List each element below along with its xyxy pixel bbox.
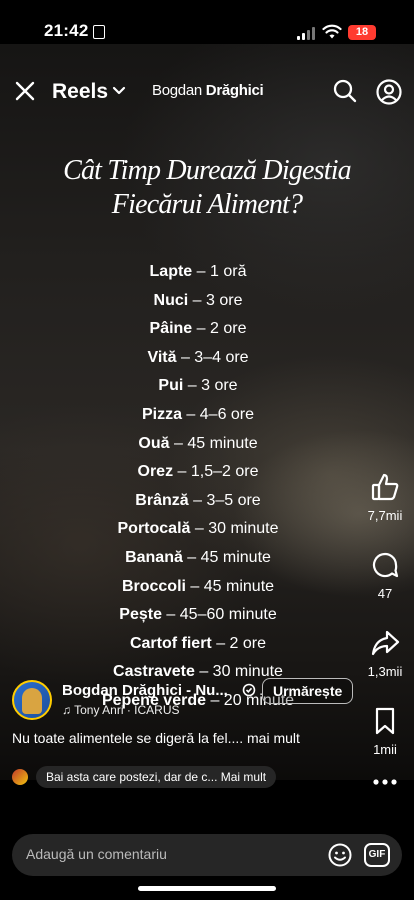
list-item: Pizza – 4–6 ore bbox=[141, 405, 255, 423]
avatar bbox=[12, 769, 28, 785]
collab-icon bbox=[242, 683, 256, 697]
list-item: Brânză – 3–5 ore bbox=[135, 491, 261, 509]
food-name: Ouă bbox=[138, 434, 170, 452]
food-name: Cartof fiert bbox=[129, 634, 212, 652]
battery-indicator: 18 bbox=[348, 25, 376, 40]
bookmark-icon bbox=[375, 707, 395, 735]
focus-mode-icon bbox=[93, 25, 105, 39]
comment-placeholder: Adaugă un comentariu bbox=[26, 846, 167, 862]
digestion-time: 45 minute bbox=[187, 434, 258, 452]
food-name: Banană bbox=[125, 548, 183, 566]
food-name: Pizza bbox=[141, 405, 182, 423]
heading-line-2: Fiecărui Aliment? bbox=[111, 189, 303, 220]
digestion-time: 3–4 ore bbox=[194, 348, 249, 366]
author-name[interactable]: Bogdan Drăghici - Nu... bbox=[62, 682, 228, 699]
food-name: Lapte bbox=[149, 263, 193, 280]
digestion-time: 4–6 ore bbox=[199, 405, 255, 423]
music-title: Tony Anri · ICARUS bbox=[74, 703, 180, 717]
list-item: Ouă – 45 minute bbox=[138, 434, 258, 452]
top-comment-text[interactable]: Bai asta care postezi, dar de c... Mai m… bbox=[36, 766, 277, 788]
comment-input[interactable]: Adaugă un comentariu GIF bbox=[12, 834, 402, 876]
food-name: Pește bbox=[119, 606, 162, 624]
reel-video[interactable]: Reels Bogdan Drăghici Cât Timp Durează D… bbox=[0, 44, 414, 780]
profile-icon[interactable] bbox=[376, 79, 402, 105]
food-name: Pâine bbox=[149, 320, 193, 338]
list-item: Vită – 3–4 ore bbox=[147, 348, 249, 366]
list-item: Portocală – 30 minute bbox=[117, 520, 279, 538]
comment-count: 47 bbox=[377, 586, 393, 601]
status-time: 21:42 bbox=[44, 21, 89, 40]
digestion-time: 2 ore bbox=[210, 320, 247, 338]
digestion-list: Lapte – 1 oră Nuci – 3 ore Pâine – 2 ore… bbox=[30, 258, 366, 716]
heading-line-1: Cât Timp Durează Digestia bbox=[63, 155, 352, 186]
food-name: Pui bbox=[158, 377, 184, 395]
save-count: 1mii bbox=[373, 742, 397, 757]
avatar[interactable] bbox=[12, 680, 52, 720]
digestion-time: 3–5 ore bbox=[206, 491, 261, 509]
list-item: Nuci – 3 ore bbox=[153, 291, 243, 309]
list-item: Banană – 45 minute bbox=[125, 548, 271, 566]
share-button[interactable]: 1,3mii bbox=[360, 628, 410, 679]
account-first-name: Bogdan bbox=[152, 82, 206, 99]
digestion-time: 2 ore bbox=[229, 634, 267, 652]
digestion-time: 3 ore bbox=[206, 291, 243, 309]
food-name: Broccoli bbox=[121, 577, 186, 595]
status-bar: 21:42 18 bbox=[0, 0, 414, 44]
food-name: Portocală bbox=[117, 520, 191, 538]
digestion-time: 3 ore bbox=[201, 377, 238, 395]
like-button[interactable]: 7,7mii bbox=[360, 472, 410, 523]
share-icon bbox=[371, 630, 400, 656]
digestion-time: 1,5–2 ore bbox=[190, 463, 259, 481]
digestion-time: 30 minute bbox=[208, 520, 279, 538]
music-note-icon: ♫ bbox=[62, 703, 75, 717]
account-name[interactable]: Bogdan Drăghici bbox=[152, 82, 264, 99]
food-name: Vită bbox=[147, 348, 177, 366]
follow-button[interactable]: Urmărește bbox=[262, 678, 354, 704]
music-info[interactable]: ♫ Tony Anri · ICARUS bbox=[62, 703, 180, 717]
comment-icon bbox=[372, 552, 399, 578]
list-item: Lapte – 1 oră bbox=[149, 263, 247, 280]
search-icon[interactable] bbox=[333, 79, 357, 103]
list-item: Orez – 1,5–2 ore bbox=[137, 463, 259, 481]
comment-button[interactable]: 47 bbox=[360, 550, 410, 601]
list-item: Broccoli – 45 minute bbox=[121, 577, 275, 595]
account-last-name: Drăghici bbox=[205, 82, 264, 99]
emoji-icon[interactable] bbox=[328, 843, 352, 867]
thumbs-up-icon bbox=[371, 473, 399, 501]
author-row: Bogdan Drăghici - Nu... ♫ Tony Anri · IC… bbox=[12, 678, 362, 720]
cellular-signal-icon bbox=[297, 26, 317, 40]
gif-icon[interactable]: GIF bbox=[364, 843, 390, 867]
list-item: Cartof fiert – 2 ore bbox=[129, 634, 267, 652]
chevron-down-icon[interactable] bbox=[112, 85, 126, 97]
share-count: 1,3mii bbox=[367, 664, 403, 679]
digestion-time: 1 oră bbox=[210, 263, 247, 280]
reels-title[interactable]: Reels bbox=[52, 80, 108, 104]
list-item: Pește – 45–60 minute bbox=[119, 606, 277, 624]
food-name: Orez bbox=[137, 463, 174, 481]
list-item: Pâine – 2 ore bbox=[149, 320, 247, 338]
like-count: 7,7mii bbox=[367, 508, 403, 523]
digestion-time: 45 minute bbox=[203, 577, 275, 595]
post-caption[interactable]: Nu toate alimentele se digeră la fel....… bbox=[12, 730, 300, 746]
digestion-time: 45–60 minute bbox=[179, 606, 277, 624]
top-navigation: Reels Bogdan Drăghici bbox=[0, 44, 414, 139]
food-name: Nuci bbox=[153, 291, 189, 309]
home-indicator bbox=[138, 886, 276, 891]
save-button[interactable]: 1mii bbox=[360, 706, 410, 757]
list-item: Pui – 3 ore bbox=[158, 377, 238, 395]
close-icon[interactable] bbox=[14, 80, 36, 102]
food-name: Brânză bbox=[135, 491, 189, 509]
post-heading: Cât Timp Durează Digestia Fiecărui Alime… bbox=[0, 154, 414, 222]
digestion-time: 45 minute bbox=[200, 548, 271, 566]
wifi-icon bbox=[322, 24, 342, 39]
more-options-icon[interactable] bbox=[372, 778, 398, 786]
